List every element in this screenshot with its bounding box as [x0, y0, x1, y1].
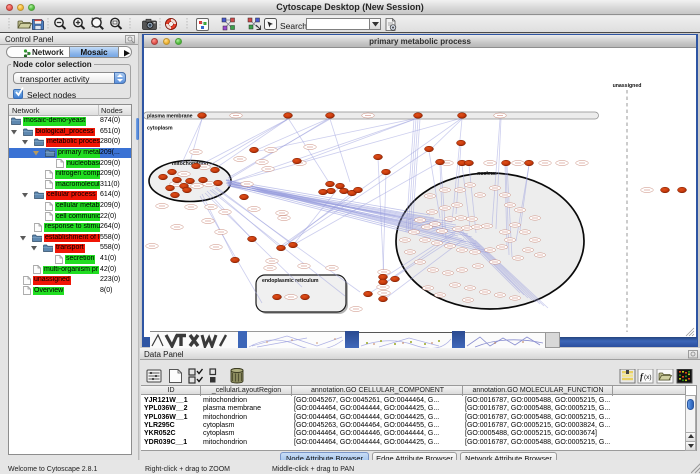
svg-text:unassigned: unassigned	[613, 83, 642, 89]
svg-text:(x): (x)	[644, 374, 652, 381]
svg-text:plasma membrane: plasma membrane	[147, 114, 193, 120]
svg-text:cytoplasm: cytoplasm	[147, 126, 173, 132]
svg-text:nucleus: nucleus	[477, 171, 497, 177]
svg-text:endoplasmic reticulum: endoplasmic reticulum	[262, 278, 319, 284]
